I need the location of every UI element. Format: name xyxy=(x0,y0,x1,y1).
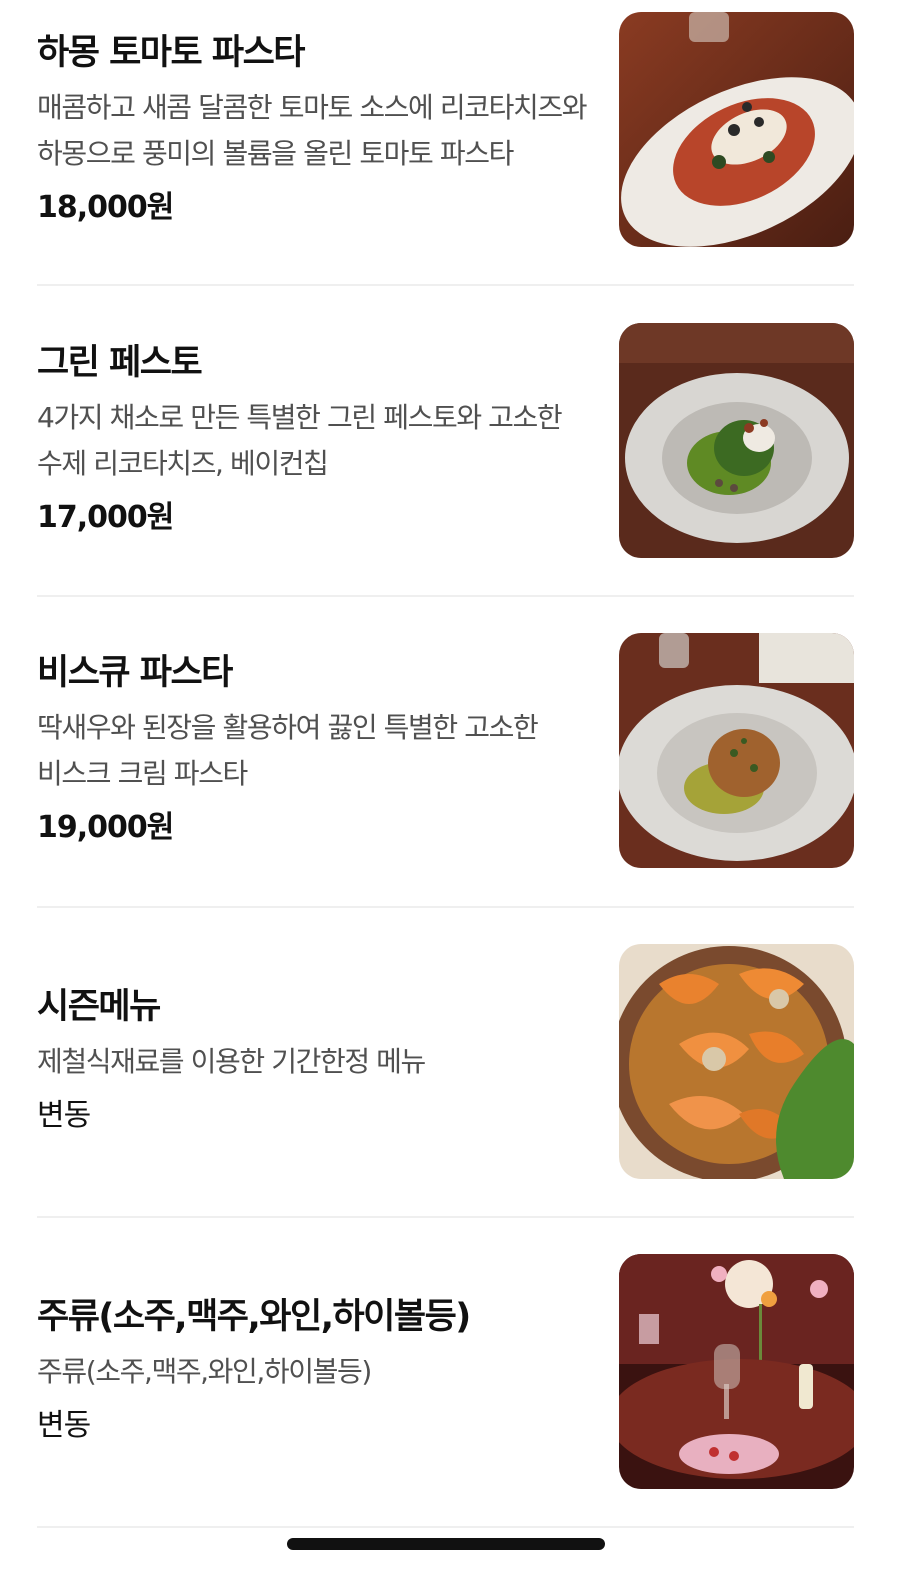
green-pesto-photo[interactable] xyxy=(619,323,854,558)
menu-item-price: 17,000원 xyxy=(37,500,174,535)
menu-item-price: 변동 xyxy=(37,1408,91,1443)
menu-list: 하몽 토마토 파스타 매콤하고 새콤 달콤한 토마토 소스에 리코타치즈와 하몽… xyxy=(0,0,900,1584)
menu-item-green-pesto[interactable]: 그린 페스토 4가지 채소로 만든 특별한 그린 페스토와 고소한 수제 리코타… xyxy=(37,310,854,620)
menu-item-description: 제철식재료를 이용한 기간한정 메뉴 xyxy=(37,1045,426,1078)
menu-item-price: 변동 xyxy=(37,1098,91,1133)
menu-item-text: 주류(소주,맥주,와인,하이볼등) 주류(소주,맥주,와인,하이볼등) 변동 xyxy=(37,1294,597,1447)
drinks-photo[interactable] xyxy=(619,1254,854,1489)
home-indicator[interactable] xyxy=(287,1538,605,1550)
menu-item-name: 그린 페스토 xyxy=(37,343,203,383)
divider xyxy=(37,1526,854,1528)
tomato-pasta-photo[interactable] xyxy=(619,12,854,247)
menu-item-text: 그린 페스토 4가지 채소로 만든 특별한 그린 페스토와 고소한 수제 리코타… xyxy=(37,340,597,539)
menu-item-description: 주류(소주,맥주,와인,하이볼등) xyxy=(37,1355,372,1388)
menu-item-hamon-tomato-pasta[interactable]: 하몽 토마토 파스타 매콤하고 새콤 달콤한 토마토 소스에 리코타치즈와 하몽… xyxy=(37,0,854,310)
divider xyxy=(37,906,854,908)
menu-item-description: 4가지 채소로 만든 특별한 그린 페스토와 고소한 수제 리코타치즈, 베이컨… xyxy=(37,401,563,480)
bisque-pasta-photo[interactable] xyxy=(619,633,854,868)
menu-item-description: 딱새우와 된장을 활용하여 끓인 특별한 고소한 비스크 크림 파스타 xyxy=(37,711,539,790)
menu-item-price: 18,000원 xyxy=(37,190,174,225)
divider xyxy=(37,595,854,597)
menu-item-name: 주류(소주,맥주,와인,하이볼등) xyxy=(37,1297,471,1337)
menu-item-description: 매콤하고 새콤 달콤한 토마토 소스에 리코타치즈와 하몽으로 풍미의 볼륨을 … xyxy=(37,91,587,170)
season-menu-photo[interactable] xyxy=(619,944,854,1179)
menu-item-bisque-pasta[interactable]: 비스큐 파스타 딱새우와 된장을 활용하여 끓인 특별한 고소한 비스크 크림 … xyxy=(37,620,854,930)
divider xyxy=(37,284,854,286)
menu-item-text: 하몽 토마토 파스타 매콤하고 새콤 달콤한 토마토 소스에 리코타치즈와 하몽… xyxy=(37,30,597,229)
menu-item-drinks[interactable]: 주류(소주,맥주,와인,하이볼등) 주류(소주,맥주,와인,하이볼등) 변동 xyxy=(37,1241,854,1551)
menu-item-price: 19,000원 xyxy=(37,810,174,845)
menu-item-name: 하몽 토마토 파스타 xyxy=(37,33,305,73)
divider xyxy=(37,1216,854,1218)
menu-item-name: 시즌메뉴 xyxy=(37,987,161,1027)
menu-item-name: 비스큐 파스타 xyxy=(37,653,233,693)
menu-item-season-menu[interactable]: 시즌메뉴 제철식재료를 이용한 기간한정 메뉴 변동 xyxy=(37,931,854,1241)
menu-item-text: 시즌메뉴 제철식재료를 이용한 기간한정 메뉴 변동 xyxy=(37,984,597,1137)
menu-item-text: 비스큐 파스타 딱새우와 된장을 활용하여 끓인 특별한 고소한 비스크 크림 … xyxy=(37,650,597,849)
